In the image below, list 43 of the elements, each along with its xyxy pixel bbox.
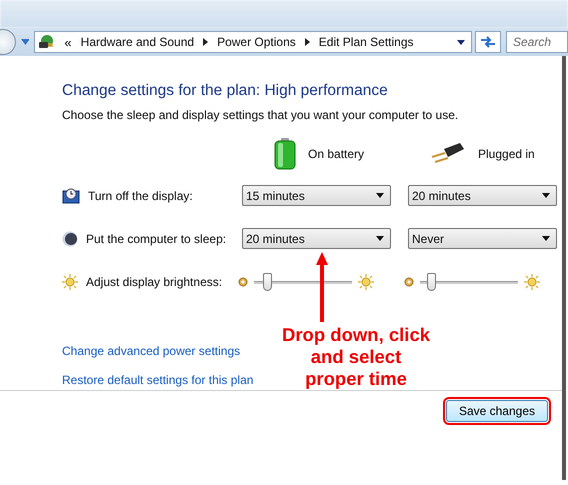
power-options-icon (37, 33, 56, 51)
dropdown[interactable]: 20 minutes (408, 185, 557, 206)
settings-link[interactable]: Restore default settings for this plan (62, 373, 254, 387)
sun-icon (62, 274, 78, 290)
settings-link[interactable]: Change advanced power settings (62, 344, 240, 358)
moon-icon (62, 230, 78, 246)
caret-icon (376, 193, 384, 198)
caret-icon (542, 193, 550, 198)
setting-label: Adjust display brightness: (86, 274, 222, 288)
caret-icon (376, 236, 384, 241)
dim-sun-icon (404, 276, 414, 286)
breadcrumb-item[interactable]: Edit Plan Settings (318, 35, 414, 49)
save-changes-button[interactable]: Save changes (446, 400, 548, 422)
column-label: On battery (308, 147, 364, 161)
page-heading: Change settings for the plan: High performance (62, 82, 389, 100)
caret-icon[interactable] (457, 40, 466, 44)
dropdown[interactable]: 15 minutes (242, 185, 391, 206)
battery-icon (274, 138, 296, 170)
annotation-text: Drop down, click and select proper time (282, 324, 430, 390)
column-label: Plugged in (478, 147, 535, 161)
breadcrumb-overflow[interactable]: « (64, 34, 72, 50)
breadcrumb-item[interactable]: Power Options (217, 35, 296, 49)
address-bar[interactable]: « Hardware and Sound Power Options Edit Plan Settings (34, 31, 472, 53)
bright-sun-icon (358, 274, 374, 290)
dropdown[interactable]: 20 minutes (242, 228, 391, 249)
bright-sun-icon (524, 274, 540, 290)
plug-icon (430, 143, 466, 165)
breadcrumb-item[interactable]: Hardware and Sound (80, 35, 194, 49)
slider-thumb[interactable] (262, 272, 272, 290)
slider-thumb[interactable] (426, 272, 436, 290)
subtitle-text: Choose the sleep and display settings that you want your computer to use. (62, 108, 460, 122)
caret-icon (542, 236, 550, 241)
chevron-icon[interactable] (203, 38, 208, 46)
setting-label: Put the computer to sleep: (86, 232, 226, 246)
chevron-icon[interactable] (304, 38, 310, 46)
refresh-button[interactable] (475, 31, 501, 53)
refresh-icon (480, 35, 496, 49)
annotation-arrow (316, 252, 328, 322)
setting-label: Turn off the display: (88, 188, 193, 202)
monitor-clock-icon (62, 188, 80, 204)
search-field[interactable]: Search (506, 31, 568, 53)
dropdown[interactable]: Never (408, 228, 557, 249)
dim-sun-icon (238, 276, 248, 286)
